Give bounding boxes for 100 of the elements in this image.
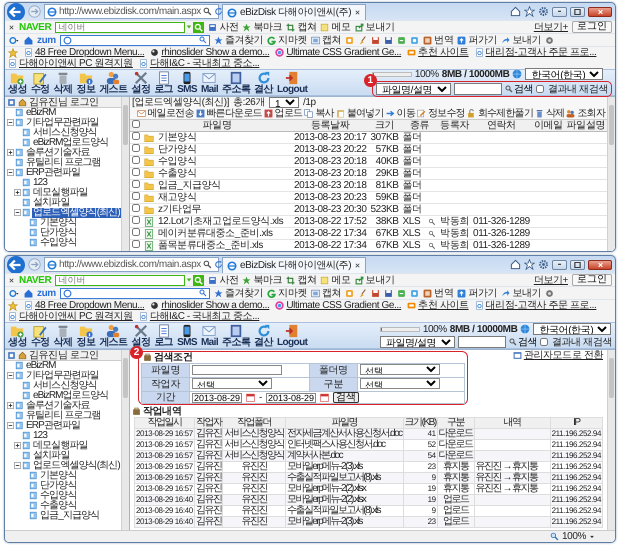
login-button[interactable]: 로그인 xyxy=(572,274,612,286)
file-name[interactable]: 12.Lot기초재고업로드양식.xls xyxy=(158,216,284,226)
refresh-icon[interactable] xyxy=(214,7,223,16)
toolbar-button[interactable]: SMS xyxy=(177,324,197,348)
page-select[interactable]: 1 xyxy=(268,97,299,108)
refresh-icon[interactable] xyxy=(214,260,223,269)
zoom-level[interactable]: 100% xyxy=(562,531,586,542)
toolbar-button[interactable]: 보내기 xyxy=(354,22,394,32)
circle-icon[interactable] xyxy=(545,288,554,298)
action-button[interactable]: 삭제 xyxy=(534,108,564,119)
action-button[interactable]: 빠른다운로드 xyxy=(196,108,262,119)
tree-item[interactable]: 솔루션기술자료 xyxy=(25,401,91,411)
login-button[interactable]: 로그인 xyxy=(572,21,612,33)
tree-item[interactable]: 수입양식 xyxy=(39,238,78,248)
circle-icon[interactable] xyxy=(545,36,554,44)
search-field[interactable] xyxy=(60,34,210,46)
more-link[interactable]: 더보기+ xyxy=(534,22,568,32)
calendar-icon[interactable] xyxy=(320,393,329,402)
file-name[interactable]: 입금_지급양식 xyxy=(158,180,221,190)
favorite-link[interactable]: 추천 사이트 xyxy=(407,300,469,311)
browser-tab[interactable]: eBizDisk 다해아이앤씨(주) xyxy=(222,257,366,273)
action-button[interactable]: 조회자 xyxy=(566,108,605,119)
tree-item[interactable]: 기본양식 xyxy=(39,218,78,228)
favorite-link[interactable]: 다해아이앤씨 PC 원격지원 xyxy=(8,58,133,69)
column-header[interactable]: 등록날짜 xyxy=(292,120,368,132)
toolbar-button[interactable]: Mail xyxy=(200,70,218,94)
tree-toggle[interactable] xyxy=(7,169,14,176)
tree-item[interactable]: ERP관련파일 xyxy=(25,168,82,178)
toolbar-button[interactable]: 생성 xyxy=(8,70,27,94)
search-input[interactable] xyxy=(458,336,506,348)
language-select[interactable]: 한국어(한국) xyxy=(533,323,612,335)
broom-icon[interactable] xyxy=(358,36,368,44)
toolbar-button[interactable]: 퍼가기 xyxy=(457,34,498,46)
admin-mode-link[interactable]: 관리자모드로 전환 xyxy=(512,350,603,361)
tree-item[interactable]: 유틸리티 프로그램 xyxy=(25,158,102,168)
search-field-select[interactable]: 파일명/설명 xyxy=(376,83,451,95)
toolbar-button[interactable]: 지마켓 xyxy=(267,288,308,298)
tree-item[interactable]: 설치파일 xyxy=(32,451,70,461)
favorite-link[interactable]: 다해I&C - 국내최고 중소... xyxy=(138,58,260,69)
toolbar-button[interactable]: 로그 xyxy=(154,70,174,94)
search-button[interactable]: 검색 xyxy=(332,392,359,403)
tree-item[interactable]: 단가양식 xyxy=(39,481,78,491)
tree-toggle[interactable] xyxy=(7,372,14,379)
tree-item[interactable]: eBizRM xyxy=(25,361,57,371)
search-button[interactable]: 검색 xyxy=(508,336,538,348)
column-header[interactable]: 이메일 xyxy=(532,120,565,132)
toolbar-button[interactable]: 캡쳐 xyxy=(311,288,342,298)
toolbar-button[interactable]: SMS xyxy=(177,70,197,94)
tree-item[interactable]: 데모실행파일 xyxy=(32,188,89,198)
square-icon[interactable] xyxy=(410,288,420,298)
toolbar-button[interactable]: 수정 xyxy=(30,70,50,94)
search-icon[interactable] xyxy=(202,7,212,16)
tree-toggle[interactable] xyxy=(14,442,21,449)
tree-item[interactable]: 수입양식 xyxy=(39,491,78,501)
search-icon[interactable] xyxy=(198,289,207,297)
more-link[interactable]: 더보기+ xyxy=(534,274,568,286)
toolbar-button[interactable]: 사전 xyxy=(208,22,238,32)
favorite-link[interactable]: 48 Free Dropdown Menu... xyxy=(24,47,144,58)
add-favorite-icon[interactable] xyxy=(8,300,18,310)
tree-item[interactable]: 단가양식 xyxy=(39,228,78,238)
toolbar-button[interactable]: 캡쳐 xyxy=(286,274,316,286)
tree-toggle[interactable] xyxy=(7,149,14,156)
tree-item[interactable]: 123 xyxy=(32,431,48,441)
search-button[interactable]: 검색 xyxy=(504,84,534,94)
toolbar-button[interactable]: 즐겨찾기 xyxy=(214,288,264,298)
column-header[interactable]: 파일명 xyxy=(285,418,404,428)
row-checkbox[interactable] xyxy=(132,204,140,212)
square-icon[interactable] xyxy=(410,36,420,44)
column-header[interactable]: 등록자 xyxy=(438,120,472,132)
tree-toggle[interactable] xyxy=(7,119,14,126)
column-header[interactable]: IP xyxy=(550,418,602,428)
checkbox[interactable] xyxy=(540,338,548,346)
toolbar-button[interactable]: 정보 xyxy=(76,324,96,348)
toolbar-button[interactable]: 결산 xyxy=(254,70,274,94)
row-checkbox[interactable] xyxy=(132,240,140,248)
toolbar-button[interactable]: 수정 xyxy=(30,324,50,348)
toolbar-button[interactable]: 결산 xyxy=(254,324,274,348)
action-button[interactable]: 정보수정 xyxy=(416,108,465,119)
column-header[interactable]: 연락처 xyxy=(471,120,532,132)
date-field[interactable]: 2013-08-29 xyxy=(192,392,242,402)
column-header[interactable]: 구분 xyxy=(437,418,474,428)
tree-toggle[interactable] xyxy=(14,209,21,216)
favorite-link[interactable]: Ultimate CSS Gradient Ge... xyxy=(275,300,402,311)
dropdown[interactable]: 선택 xyxy=(360,378,440,389)
toolbar-button[interactable]: 메모 xyxy=(320,22,351,32)
tree-toggle[interactable] xyxy=(7,422,14,429)
action-button[interactable]: 이동 xyxy=(386,108,415,119)
row-checkbox[interactable] xyxy=(132,180,140,188)
back-button[interactable] xyxy=(7,3,25,20)
favorite-link[interactable]: rhinoslider Show a demo... xyxy=(150,300,270,311)
column-header[interactable]: 작업폴더 xyxy=(222,418,286,428)
row-checkbox[interactable] xyxy=(132,156,140,164)
toolbar-button[interactable]: 주소록 xyxy=(222,70,250,94)
favorite-link[interactable]: 다해I&C - 국내최고 중소... xyxy=(138,311,260,322)
toolbar-button[interactable]: 사전 xyxy=(208,274,238,286)
tree-item[interactable]: 업로드엑셀양식(최신) xyxy=(32,208,121,218)
scrollbar[interactable] xyxy=(121,97,129,251)
close-icon[interactable] xyxy=(354,262,362,269)
toolbar-button[interactable]: 정보 xyxy=(76,70,96,94)
close-icon[interactable] xyxy=(8,24,15,30)
